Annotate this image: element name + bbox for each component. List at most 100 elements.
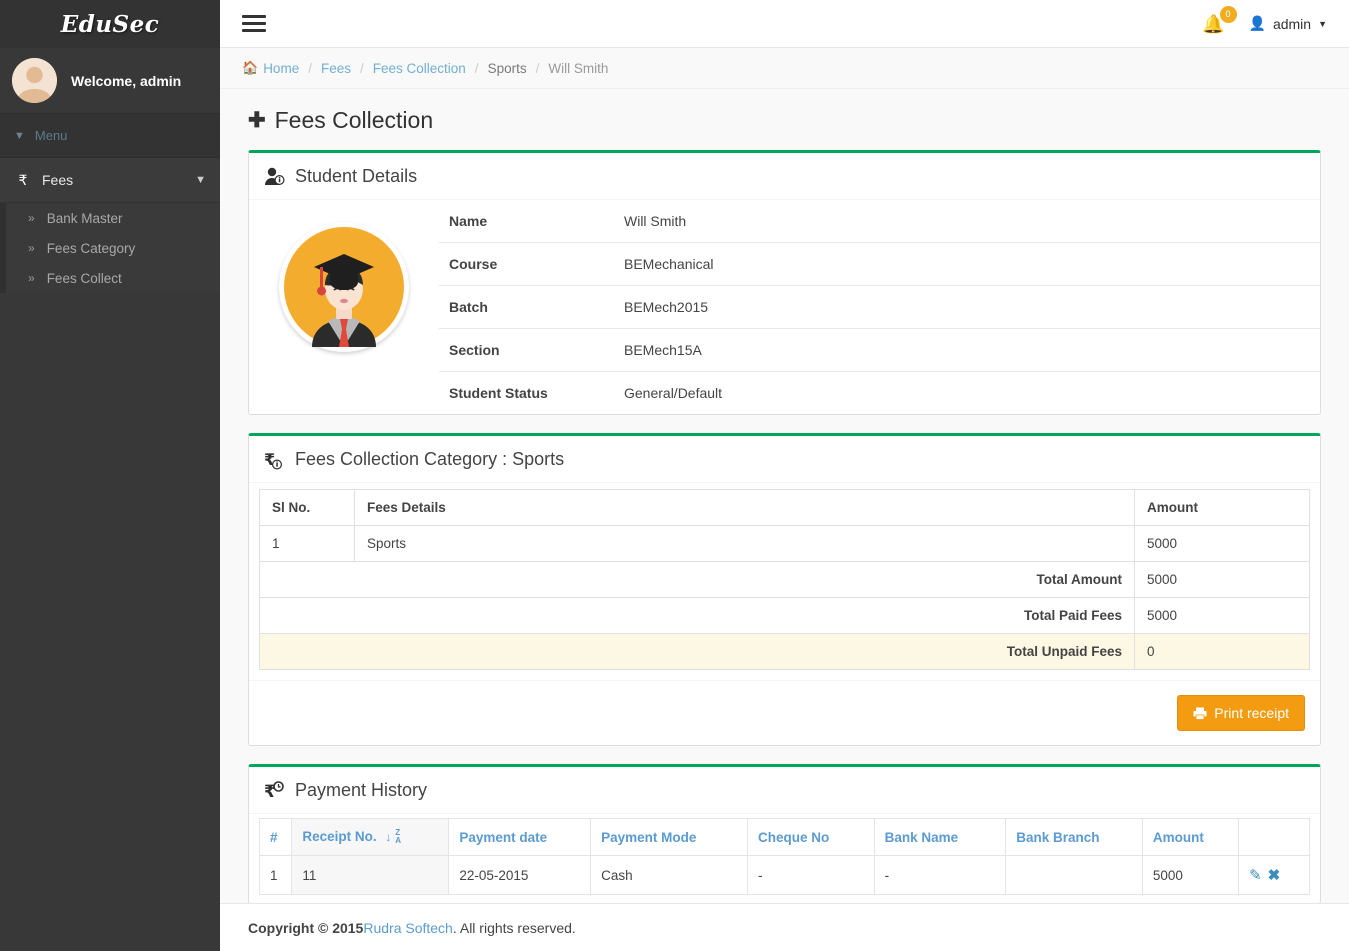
col-cheque-no[interactable]: Cheque No (748, 819, 875, 856)
cell-bank-name: - (874, 856, 1006, 895)
rupee-clock-icon: ₹ (264, 781, 286, 801)
payment-history-table: # Receipt No. ↓​ ZA Payment date Payment… (259, 818, 1310, 895)
total-unpaid-value: 0 (1135, 634, 1310, 670)
footer-company-link[interactable]: Rudra Softech (363, 920, 453, 936)
sidebar-item-bank-master[interactable]: » Bank Master (6, 203, 220, 233)
fees-category-footer: Print receipt (249, 680, 1320, 745)
fees-category-table: Sl No. Fees Details Amount 1 Sports 5000… (259, 489, 1310, 670)
footer-copyright-suffix: . All rights reserved. (453, 920, 576, 936)
total-paid-value: 5000 (1135, 598, 1310, 634)
table-row: Section BEMech15A (439, 329, 1320, 372)
sidebar-item-bank-master-label: Bank Master (47, 211, 123, 226)
delete-icon[interactable]: ✖ (1268, 867, 1281, 884)
footer: Copyright © 2015 Rudra Softech . All rig… (220, 903, 1349, 951)
edit-icon[interactable]: ✎ (1249, 867, 1262, 884)
brand-name: EduSec (61, 11, 160, 38)
col-amount[interactable]: Amount (1142, 819, 1238, 856)
graduate-avatar-icon (284, 227, 404, 347)
table-row: Name Will Smith (439, 200, 1320, 243)
total-amount-row: Total Amount 5000 (260, 562, 1310, 598)
page-title: ✚ Fees Collection (248, 107, 1321, 134)
col-receipt-no-label: Receipt No. (302, 829, 376, 844)
printer-icon (1193, 707, 1207, 720)
col-amount: Amount (1135, 490, 1310, 526)
cell-index: 1 (260, 856, 292, 895)
hamburger-icon[interactable] (242, 11, 266, 36)
sidebar-item-fees-label: Fees (42, 172, 195, 188)
chevron-double-right-icon: » (28, 271, 35, 285)
menu-section-label: Menu (35, 128, 68, 143)
student-section-label: Section (439, 329, 614, 372)
print-receipt-label: Print receipt (1214, 705, 1289, 721)
breadcrumb: 🏠 Home / Fees / Fees Collection / Sports… (220, 48, 1349, 89)
table-row: Student Status General/Default (439, 372, 1320, 415)
payment-history-panel: ₹ Payment History # Receipt No. ↓​ (248, 764, 1321, 904)
col-payment-mode[interactable]: Payment Mode (591, 819, 748, 856)
chevron-double-right-icon: » (28, 211, 35, 225)
caret-down-icon: ▼ (1318, 19, 1327, 29)
sidebar-item-fees[interactable]: ₹ Fees ▼ (0, 158, 220, 203)
sort-za-icon: ZA (395, 829, 401, 845)
col-bank-branch[interactable]: Bank Branch (1006, 819, 1143, 856)
sidebar: EduSec Welcome, admin ▼ Menu ₹ Fees ▼ » … (0, 0, 220, 951)
breadcrumb-item-fees[interactable]: Fees (321, 61, 351, 76)
total-unpaid-row: Total Unpaid Fees 0 (260, 634, 1310, 670)
breadcrumb-item-fees-collection[interactable]: Fees Collection (373, 61, 466, 76)
table-row: 1 Sports 5000 (260, 526, 1310, 562)
breadcrumb-item-home[interactable]: Home (263, 61, 299, 76)
user-panel: Welcome, admin (0, 48, 220, 114)
welcome-text: Welcome, admin (71, 73, 181, 89)
fees-category-panel: ₹ Fees Collection Category : Sports Sl N… (248, 433, 1321, 746)
breadcrumb-separator: / (308, 61, 312, 76)
col-bank-name[interactable]: Bank Name (874, 819, 1006, 856)
cell-cheque-no: - (748, 856, 875, 895)
total-amount-label: Total Amount (260, 562, 1135, 598)
total-paid-row: Total Paid Fees 5000 (260, 598, 1310, 634)
chevron-double-right-icon: » (28, 241, 35, 255)
sidebar-item-fees-collect-label: Fees Collect (47, 271, 122, 286)
col-sl-no: Sl No. (260, 490, 355, 526)
col-index[interactable]: # (260, 819, 292, 856)
payment-history-title: Payment History (295, 780, 427, 801)
cell-amount: 5000 (1135, 526, 1310, 562)
topbar: 🔔 0 👤 admin ▼ (220, 0, 1349, 48)
user-icon: 👤 (1249, 15, 1266, 32)
breadcrumb-item-sports: Sports (488, 61, 527, 76)
brand-logo[interactable]: EduSec (0, 0, 220, 48)
breadcrumb-item-student: Will Smith (548, 61, 608, 76)
menu-section-header[interactable]: ▼ Menu (0, 114, 220, 158)
sort-desc-icon: ↓​ (385, 830, 391, 844)
col-receipt-no[interactable]: Receipt No. ↓​ ZA (292, 819, 449, 856)
cell-bank-branch (1006, 856, 1143, 895)
student-status-value: General/Default (614, 372, 1320, 415)
student-status-label: Student Status (439, 372, 614, 415)
sidebar-item-fees-collect[interactable]: » Fees Collect (6, 263, 220, 293)
cell-payment-mode: Cash (591, 856, 748, 895)
breadcrumb-separator: / (360, 61, 364, 76)
student-photo (279, 222, 409, 352)
student-name-label: Name (439, 200, 614, 243)
student-details-panel: Student Details (248, 150, 1321, 415)
chevron-down-icon: ▼ (14, 130, 25, 142)
student-details-table: Name Will Smith Course BEMechanical Batc… (439, 200, 1320, 414)
table-row: 1 11 22-05-2015 Cash - - 5000 ✎✖ (260, 856, 1310, 895)
student-photo-wrap (249, 200, 439, 414)
sidebar-item-fees-category[interactable]: » Fees Category (6, 233, 220, 263)
table-row: Course BEMechanical (439, 243, 1320, 286)
main-area: 🔔 0 👤 admin ▼ 🏠 Home / Fees / Fees Colle… (220, 0, 1349, 951)
col-payment-date[interactable]: Payment date (449, 819, 591, 856)
cell-amount: 5000 (1142, 856, 1238, 895)
table-header-row: # Receipt No. ↓​ ZA Payment date Payment… (260, 819, 1310, 856)
page-title-text: Fees Collection (275, 107, 434, 134)
cell-fees-details: Sports (355, 526, 1135, 562)
breadcrumb-separator: / (475, 61, 479, 76)
plus-icon: ✚ (248, 108, 266, 133)
home-icon: 🏠 (242, 60, 258, 76)
table-header-row: Sl No. Fees Details Amount (260, 490, 1310, 526)
user-menu[interactable]: 👤 admin ▼ (1249, 15, 1328, 32)
avatar-icon (12, 58, 57, 103)
topbar-right: 🔔 0 👤 admin ▼ (1200, 15, 1327, 33)
print-receipt-button[interactable]: Print receipt (1177, 695, 1305, 731)
notifications-button[interactable]: 🔔 0 (1200, 15, 1226, 33)
student-batch-label: Batch (439, 286, 614, 329)
